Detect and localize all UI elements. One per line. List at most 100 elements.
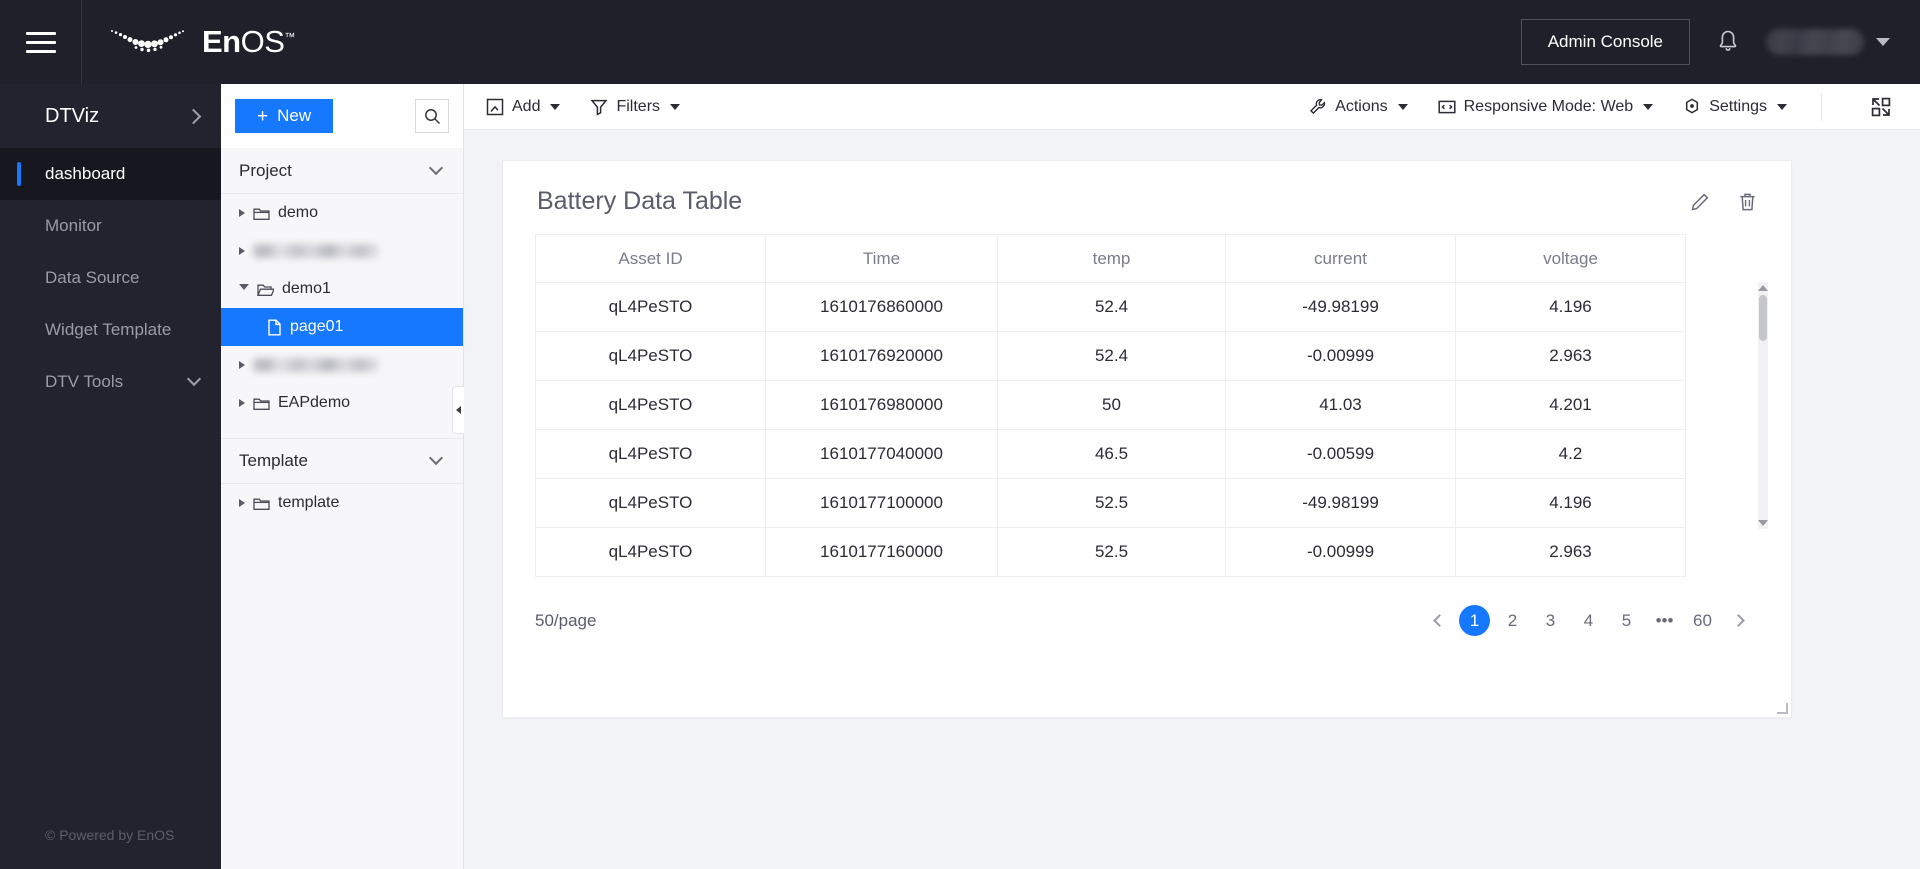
bell-icon[interactable] — [1716, 29, 1740, 55]
file-icon — [268, 319, 281, 335]
tree-item-page01[interactable]: page01 — [221, 308, 463, 346]
fullscreen-button[interactable] — [1856, 96, 1906, 118]
add-button[interactable]: Add — [486, 98, 561, 116]
pagination-prev-button[interactable] — [1426, 608, 1452, 634]
sidebar-item-dashboard[interactable]: dashboard — [0, 148, 221, 200]
scroll-up-icon[interactable] — [1758, 285, 1768, 291]
column-header-time[interactable]: Time — [765, 234, 998, 283]
pagination-next-button[interactable] — [1725, 608, 1751, 634]
sidebar-item-data-source[interactable]: Data Source — [0, 252, 221, 304]
table-pagination: 50/page 1 2 3 4 5 ••• 60 — [503, 577, 1791, 636]
chevron-right-icon — [185, 108, 202, 124]
table-row[interactable]: qL4PeSTO 1610176920000 52.4 -0.00999 2.9… — [535, 331, 1686, 381]
cell-time: 1610176980000 — [765, 380, 998, 430]
expand-triangle-icon[interactable] — [239, 209, 245, 217]
tree-section-template[interactable]: Template — [221, 438, 463, 484]
column-header-current[interactable]: current — [1225, 234, 1456, 283]
brand-text-bold: En — [202, 24, 241, 59]
scrollbar-thumb[interactable] — [1759, 295, 1767, 341]
table-row[interactable]: qL4PeSTO 1610176860000 52.4 -49.98199 4.… — [535, 282, 1686, 332]
panel-collapse-handle[interactable] — [452, 386, 464, 434]
expand-triangle-icon[interactable] — [239, 247, 245, 255]
folder-open-icon — [257, 284, 274, 296]
tree-toolbar: + New — [221, 84, 463, 148]
pagination-ellipsis[interactable]: ••• — [1649, 605, 1680, 636]
sidebar-footer: © Powered by EnOS — [45, 827, 175, 843]
pagination-page-4[interactable]: 4 — [1573, 605, 1604, 636]
pagination-page-last[interactable]: 60 — [1687, 605, 1718, 636]
responsive-mode-label: Responsive Mode: Web — [1463, 97, 1634, 115]
sidebar-item-widget-template[interactable]: Widget Template — [0, 304, 221, 356]
pagination-page-5[interactable]: 5 — [1611, 605, 1642, 636]
edit-widget-button[interactable] — [1690, 192, 1710, 212]
column-header-voltage[interactable]: voltage — [1455, 234, 1686, 283]
wrench-icon — [1310, 98, 1326, 114]
user-menu[interactable] — [1766, 29, 1890, 55]
table-header: Asset ID Time temp current voltage — [535, 234, 1686, 283]
tree-item-demo[interactable]: demo — [221, 194, 463, 232]
left-sidebar: DTViz dashboard Monitor Data Source Widg… — [0, 84, 221, 869]
cell-voltage: 4.2 — [1455, 429, 1686, 479]
cell-temp: 52.4 — [997, 331, 1226, 381]
tree-item-redacted-2[interactable] — [221, 346, 463, 384]
widget-resize-handle[interactable] — [1777, 703, 1789, 715]
sidebar-item-dtv-tools[interactable]: DTV Tools — [0, 356, 221, 408]
responsive-mode-button[interactable]: Responsive Mode: Web — [1438, 98, 1654, 116]
actions-button-label: Actions — [1335, 97, 1388, 115]
page-size-selector[interactable]: 50/page — [535, 611, 596, 631]
expand-triangle-icon[interactable] — [239, 361, 245, 369]
brand-text: EnOS™ — [202, 24, 295, 60]
folder-icon — [253, 208, 270, 220]
widget-battery-data-table[interactable]: Battery Data Table Asset ID Time temp cu… — [502, 160, 1792, 718]
cell-asset-id: qL4PeSTO — [535, 527, 766, 577]
pagination-page-1[interactable]: 1 — [1459, 605, 1490, 636]
pagination-page-2[interactable]: 2 — [1497, 605, 1528, 636]
cell-asset-id: qL4PeSTO — [535, 331, 766, 381]
tree-item-eapdemo[interactable]: EAPdemo — [221, 384, 463, 422]
table-row[interactable]: qL4PeSTO 1610177040000 46.5 -0.00599 4.2 — [535, 429, 1686, 479]
cell-time: 1610177160000 — [765, 527, 998, 577]
delete-widget-button[interactable] — [1738, 192, 1757, 212]
brand-text-light: OS — [240, 24, 285, 59]
scroll-down-icon[interactable] — [1758, 520, 1768, 526]
plus-icon: + — [257, 105, 269, 127]
hamburger-menu-button[interactable] — [0, 0, 82, 84]
table-header-row: Asset ID Time temp current voltage — [535, 234, 1686, 283]
expand-triangle-icon[interactable] — [239, 499, 245, 507]
tree-item-demo1[interactable]: demo1 — [221, 270, 463, 308]
chevron-down-icon — [186, 371, 202, 387]
brand-trademark: ™ — [284, 31, 295, 44]
sidebar-header-dtviz[interactable]: DTViz — [0, 84, 221, 148]
table-row[interactable]: qL4PeSTO 1610177100000 52.5 -49.98199 4.… — [535, 478, 1686, 528]
cell-asset-id: qL4PeSTO — [535, 380, 766, 430]
pagination-page-3[interactable]: 3 — [1535, 605, 1566, 636]
expand-triangle-icon[interactable] — [239, 399, 245, 407]
table-row[interactable]: qL4PeSTO 1610176980000 50 41.03 4.201 — [535, 380, 1686, 430]
filters-button[interactable]: Filters — [590, 97, 681, 116]
folder-icon — [253, 398, 270, 410]
filters-button-label: Filters — [616, 97, 661, 115]
collapse-panel-icon — [456, 406, 461, 414]
column-header-temp[interactable]: temp — [997, 234, 1226, 283]
column-header-asset-id[interactable]: Asset ID — [535, 234, 766, 283]
tree-item-redacted-1[interactable] — [221, 232, 463, 270]
cell-temp: 52.5 — [997, 527, 1226, 577]
table-vertical-scrollbar[interactable] — [1758, 282, 1768, 529]
cell-time: 1610177040000 — [765, 429, 998, 479]
table-row[interactable]: qL4PeSTO 1610177160000 52.5 -0.00999 2.9… — [535, 527, 1686, 577]
actions-button[interactable]: Actions — [1309, 97, 1408, 116]
collapse-triangle-icon[interactable] — [239, 284, 249, 294]
cell-voltage: 2.963 — [1455, 331, 1686, 381]
sidebar-item-monitor[interactable]: Monitor — [0, 200, 221, 252]
pencil-icon — [1691, 193, 1709, 210]
settings-button[interactable]: Settings — [1683, 98, 1787, 116]
tree-section-project[interactable]: Project — [221, 148, 463, 194]
search-button[interactable] — [415, 99, 449, 133]
cell-temp: 50 — [997, 380, 1226, 430]
admin-console-button[interactable]: Admin Console — [1520, 19, 1690, 65]
tree-item-template[interactable]: template — [221, 484, 463, 522]
new-button[interactable]: + New — [235, 99, 334, 133]
cell-temp: 52.4 — [997, 282, 1226, 332]
trash-icon — [1740, 193, 1755, 210]
cell-time: 1610176860000 — [765, 282, 998, 332]
